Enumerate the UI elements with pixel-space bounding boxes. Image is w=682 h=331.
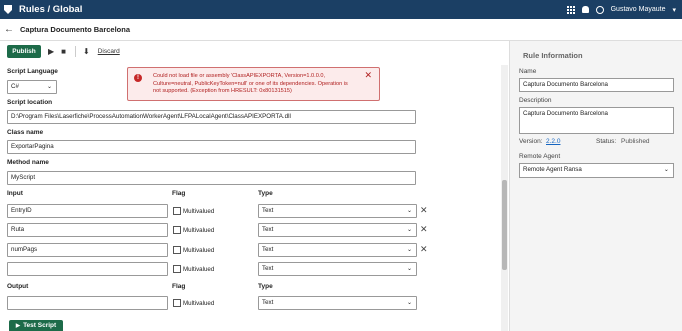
scrollbar-thumb[interactable] <box>502 180 507 270</box>
script-location-input[interactable]: D:\Program Files\Laserfiche\ProcessAutom… <box>7 110 416 124</box>
chevron-down-icon: ⌄ <box>406 208 412 214</box>
type-value: Text <box>262 299 274 306</box>
name-label: Name <box>519 68 537 75</box>
toolbar: Publish ▶ ■ ⬇ Discard <box>7 44 120 59</box>
output-name-field[interactable] <box>7 296 168 310</box>
checkbox-box[interactable] <box>173 246 181 254</box>
input-type-select[interactable]: Text ⌄ <box>258 243 417 257</box>
vertical-scrollbar[interactable] <box>501 65 508 331</box>
error-message: Could not load file or assembly 'ClassAP… <box>153 73 348 94</box>
output-type-column-header: Type <box>258 283 273 290</box>
description-textarea[interactable]: Captura Documento Barcelona <box>519 107 674 134</box>
input-type-select[interactable]: Text ⌄ <box>258 262 417 276</box>
checkbox-box[interactable] <box>173 207 181 215</box>
status-label: Status: <box>596 138 617 145</box>
class-name-input[interactable]: ExportarPagina <box>7 140 416 154</box>
script-language-value: C# <box>11 83 19 90</box>
chevron-down-icon: ⌄ <box>46 84 52 90</box>
script-language-select[interactable]: C# ⌄ <box>7 80 57 94</box>
test-script-button[interactable]: ▶ Test Script <box>9 320 63 331</box>
discard-link[interactable]: Discard <box>98 48 120 55</box>
input-type-select[interactable]: Text ⌄ <box>258 223 417 237</box>
page-title: Captura Documento Barcelona <box>20 25 131 34</box>
input-column-header: Input <box>7 190 23 197</box>
top-bar-actions: Gustavo Mayaute ▾ <box>566 0 676 19</box>
user-name[interactable]: Gustavo Mayaute <box>611 6 666 13</box>
input-name-field[interactable]: numPags <box>7 243 168 257</box>
remote-agent-label: Remote Agent <box>519 153 561 160</box>
top-bar: Rules / Global Gustavo Mayaute ▾ <box>0 0 682 19</box>
laserfiche-logo-icon <box>4 5 12 14</box>
back-arrow-icon[interactable]: ← <box>4 24 14 35</box>
publish-button[interactable]: Publish <box>7 45 41 58</box>
input-name-field[interactable]: EntryID <box>7 204 168 218</box>
page-header: ← Captura Documento Barcelona <box>0 19 682 41</box>
input-type-select[interactable]: Text ⌄ <box>258 204 417 218</box>
chevron-down-icon: ⌄ <box>406 266 412 272</box>
run-play-icon[interactable]: ▶ <box>48 47 54 56</box>
script-language-label: Script Language <box>7 68 58 75</box>
type-value: Text <box>262 207 274 214</box>
close-icon[interactable]: ✕ <box>364 71 372 80</box>
multivalued-checkbox[interactable]: Multivalued <box>173 207 214 215</box>
output-column-header: Output <box>7 283 29 290</box>
remove-row-icon[interactable]: ✕ <box>420 205 428 215</box>
multivalued-label: Multivalued <box>183 299 215 307</box>
type-value: Text <box>262 265 274 272</box>
chevron-down-icon: ⌄ <box>406 300 412 306</box>
script-location-label: Script location <box>7 99 53 106</box>
play-icon: ▶ <box>15 322 21 329</box>
apps-grid-icon[interactable] <box>566 5 575 14</box>
user-avatar-icon[interactable] <box>595 5 604 14</box>
multivalued-label: Multivalued <box>183 207 215 215</box>
version-link[interactable]: 2.2.0 <box>546 138 560 145</box>
multivalued-checkbox[interactable]: Multivalued <box>173 265 214 273</box>
type-value: Text <box>262 226 274 233</box>
method-name-label: Method name <box>7 159 49 166</box>
version-label: Version: <box>519 138 543 145</box>
status-value: Published <box>621 138 650 145</box>
multivalued-label: Multivalued <box>183 226 215 234</box>
chevron-down-icon: ⌄ <box>406 227 412 233</box>
output-type-select[interactable]: Text ⌄ <box>258 296 417 310</box>
description-label: Description <box>519 97 552 104</box>
save-disk-icon[interactable]: ■ <box>61 47 66 56</box>
error-alert: ! Could not load file or assembly 'Class… <box>127 67 380 101</box>
method-name-input[interactable]: MyScript <box>7 171 416 185</box>
rule-name-input[interactable]: Captura Documento Barcelona <box>519 78 674 92</box>
type-value: Text <box>262 246 274 253</box>
input-name-field[interactable] <box>7 262 168 276</box>
notifications-bell-icon[interactable] <box>581 6 589 13</box>
chevron-down-icon: ⌄ <box>663 166 669 173</box>
multivalued-label: Multivalued <box>183 246 215 254</box>
multivalued-label: Multivalued <box>183 265 215 273</box>
flag-column-header: Flag <box>172 190 186 197</box>
remove-row-icon[interactable]: ✕ <box>420 244 428 254</box>
multivalued-checkbox[interactable]: Multivalued <box>173 299 214 307</box>
checkbox-box[interactable] <box>173 226 181 234</box>
checkbox-box[interactable] <box>173 265 181 273</box>
output-flag-column-header: Flag <box>172 283 186 290</box>
download-icon[interactable]: ⬇ <box>83 47 90 56</box>
user-menu-chevron-icon[interactable]: ▾ <box>672 6 676 14</box>
multivalued-checkbox[interactable]: Multivalued <box>173 226 214 234</box>
class-name-label: Class name <box>7 129 44 136</box>
input-name-field[interactable]: Ruta <box>7 223 168 237</box>
error-icon: ! <box>134 74 142 82</box>
remove-row-icon[interactable]: ✕ <box>420 224 428 234</box>
remote-agent-select[interactable]: Remote Agent Ransa ⌄ <box>519 163 674 178</box>
test-script-label: Test Script <box>23 322 57 329</box>
rule-information-panel: Rule Information Name Captura Documento … <box>509 41 682 331</box>
app-title: Rules / Global <box>19 4 83 15</box>
multivalued-checkbox[interactable]: Multivalued <box>173 246 214 254</box>
checkbox-box[interactable] <box>173 299 181 307</box>
toolbar-divider <box>75 46 76 57</box>
remote-agent-value: Remote Agent Ransa <box>523 166 582 173</box>
type-column-header: Type <box>258 190 273 197</box>
rule-information-title: Rule Information <box>523 51 583 60</box>
chevron-down-icon: ⌄ <box>406 247 412 253</box>
